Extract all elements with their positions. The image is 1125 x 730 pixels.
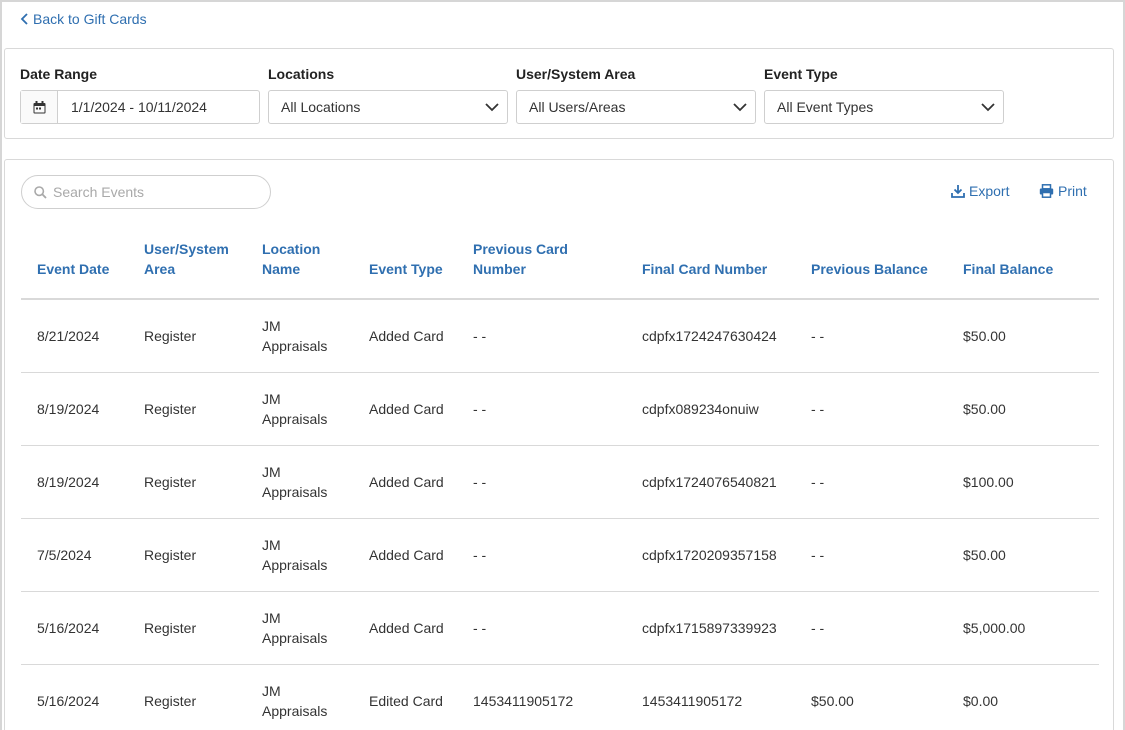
final-card-number-cell: cdpfx1715897339923 xyxy=(626,591,795,665)
final-balance-cell: $50.00 xyxy=(947,299,1099,373)
location-name-cell: JM Appraisals xyxy=(246,445,353,519)
back-to-gift-cards-link[interactable]: Back to Gift Cards xyxy=(20,11,147,27)
column-header-event-date[interactable]: Event Date xyxy=(21,228,128,300)
location-name-cell: JM Appraisals xyxy=(262,682,328,719)
chevron-down-icon xyxy=(485,102,499,111)
filter-panel: Date Range 1/1/2024 - 10/11/2024 Locatio… xyxy=(4,48,1114,139)
events-panel: Export Print Event Date User/System Area… xyxy=(4,159,1114,730)
print-button[interactable]: Print xyxy=(1039,183,1087,199)
user-area-select[interactable]: All Users/Areas xyxy=(516,90,756,124)
table-row[interactable]: 8/19/2024 Register JM Appraisals Added C… xyxy=(21,372,1099,446)
previous-balance-cell: $50.00 xyxy=(811,692,854,709)
previous-balance-cell: - - xyxy=(795,299,947,373)
final-card-number-cell: cdpfx089234onuiw xyxy=(626,372,795,446)
export-button[interactable]: Export xyxy=(951,183,1009,199)
event-date-cell: 5/16/2024 xyxy=(21,591,128,665)
locations-label: Locations xyxy=(268,66,335,82)
event-date-cell: 8/19/2024 xyxy=(21,445,128,519)
event-type-filter: Event Type All Event Types xyxy=(764,65,1004,124)
event-type-label: Event Type xyxy=(764,66,838,82)
table-header-row: Event Date User/System Area Location Nam… xyxy=(21,228,1099,300)
final-balance-cell: $50.00 xyxy=(947,372,1099,446)
search-input[interactable] xyxy=(53,184,253,200)
event-date-cell: 8/19/2024 xyxy=(21,372,128,446)
previous-card-number-cell: 1453411905172 xyxy=(473,692,574,709)
user-area-value: All Users/Areas xyxy=(529,99,626,115)
locations-select[interactable]: All Locations xyxy=(268,90,508,124)
table-row[interactable]: 8/21/2024 Register JM Appraisals Added C… xyxy=(21,299,1099,373)
calendar-button[interactable] xyxy=(21,91,58,123)
column-header-previous-balance[interactable]: Previous Balance xyxy=(795,228,947,300)
previous-balance-cell: - - xyxy=(795,445,947,519)
table-row[interactable]: 8/19/2024 Register JM Appraisals Added C… xyxy=(21,445,1099,519)
location-name-cell: JM Appraisals xyxy=(246,518,353,592)
user-area-cell: Register xyxy=(128,591,246,665)
back-link-label: Back to Gift Cards xyxy=(33,11,147,27)
user-area-cell: Register xyxy=(128,299,246,373)
event-type-cell: Added Card xyxy=(353,299,457,373)
previous-balance-cell: - - xyxy=(795,518,947,592)
search-box[interactable] xyxy=(21,175,271,209)
chevron-left-icon xyxy=(20,13,28,25)
previous-balance-cell: - - xyxy=(795,591,947,665)
column-header-user-area[interactable]: User/System Area xyxy=(128,228,246,300)
final-balance-cell: $50.00 xyxy=(947,518,1099,592)
event-type-cell: Edited Card xyxy=(369,692,443,709)
user-area-label: User/System Area xyxy=(516,66,636,82)
previous-card-number-cell: - - xyxy=(457,372,626,446)
table-row[interactable]: 5/16/2024 Register JM Appraisals Added C… xyxy=(21,591,1099,665)
date-range-label: Date Range xyxy=(20,66,98,82)
event-type-cell: Added Card xyxy=(353,372,457,446)
column-header-final-balance[interactable]: Final Balance xyxy=(947,228,1099,300)
previous-balance-cell: - - xyxy=(795,372,947,446)
user-area-cell: Register xyxy=(128,518,246,592)
event-date-cell: 5/16/2024 xyxy=(37,692,100,709)
event-type-cell: Added Card xyxy=(353,518,457,592)
event-type-select[interactable]: All Event Types xyxy=(764,90,1004,124)
event-date-cell: 7/5/2024 xyxy=(21,518,128,592)
date-range-filter: Date Range 1/1/2024 - 10/11/2024 xyxy=(20,65,260,124)
date-range-picker[interactable]: 1/1/2024 - 10/11/2024 xyxy=(20,90,260,124)
column-header-previous-card-number[interactable]: Previous Card Number xyxy=(457,228,626,300)
chevron-down-icon xyxy=(981,102,995,111)
table-row[interactable]: 7/5/2024 Register JM Appraisals Added Ca… xyxy=(21,518,1099,592)
events-table: Event Date User/System Area Location Nam… xyxy=(21,228,1099,730)
location-name-cell: JM Appraisals xyxy=(246,299,353,373)
previous-card-number-cell: - - xyxy=(457,299,626,373)
export-label: Export xyxy=(969,183,1010,199)
printer-icon xyxy=(1039,184,1054,198)
previous-card-number-cell: - - xyxy=(457,445,626,519)
event-type-value: All Event Types xyxy=(777,99,874,115)
final-card-number-cell: cdpfx1724247630424 xyxy=(626,299,795,373)
search-icon xyxy=(34,185,47,199)
user-area-cell: Register xyxy=(128,445,246,519)
location-name-cell: JM Appraisals xyxy=(246,372,353,446)
previous-card-number-cell: - - xyxy=(457,591,626,665)
print-label: Print xyxy=(1058,183,1087,199)
column-header-location-name[interactable]: Location Name xyxy=(246,228,353,300)
calendar-icon xyxy=(33,100,45,113)
event-type-cell: Added Card xyxy=(353,445,457,519)
final-card-number-cell: cdpfx1724076540821 xyxy=(626,445,795,519)
final-balance-cell: $5,000.00 xyxy=(947,591,1099,665)
locations-value: All Locations xyxy=(281,99,361,115)
final-card-number-cell: 1453411905172 xyxy=(642,692,743,709)
previous-card-number-cell: - - xyxy=(457,518,626,592)
final-card-number-cell: cdpfx1720209357158 xyxy=(626,518,795,592)
locations-filter: Locations All Locations xyxy=(268,65,508,124)
event-type-cell: Added Card xyxy=(353,591,457,665)
date-range-value: 1/1/2024 - 10/11/2024 xyxy=(71,99,207,115)
location-name-cell: JM Appraisals xyxy=(246,591,353,665)
column-header-final-card-number[interactable]: Final Card Number xyxy=(626,228,795,300)
column-header-event-type[interactable]: Event Type xyxy=(353,228,457,300)
table-row[interactable]: 5/16/2024 Register JM Appraisals Edited … xyxy=(21,664,1099,730)
user-area-cell: Register xyxy=(128,372,246,446)
user-area-filter: User/System Area All Users/Areas xyxy=(516,65,756,124)
chevron-down-icon xyxy=(733,102,747,111)
event-date-cell: 8/21/2024 xyxy=(21,299,128,373)
user-area-cell: Register xyxy=(144,692,197,709)
final-balance-cell: $100.00 xyxy=(947,445,1099,519)
final-balance-cell: $0.00 xyxy=(963,692,999,709)
download-icon xyxy=(951,185,965,198)
